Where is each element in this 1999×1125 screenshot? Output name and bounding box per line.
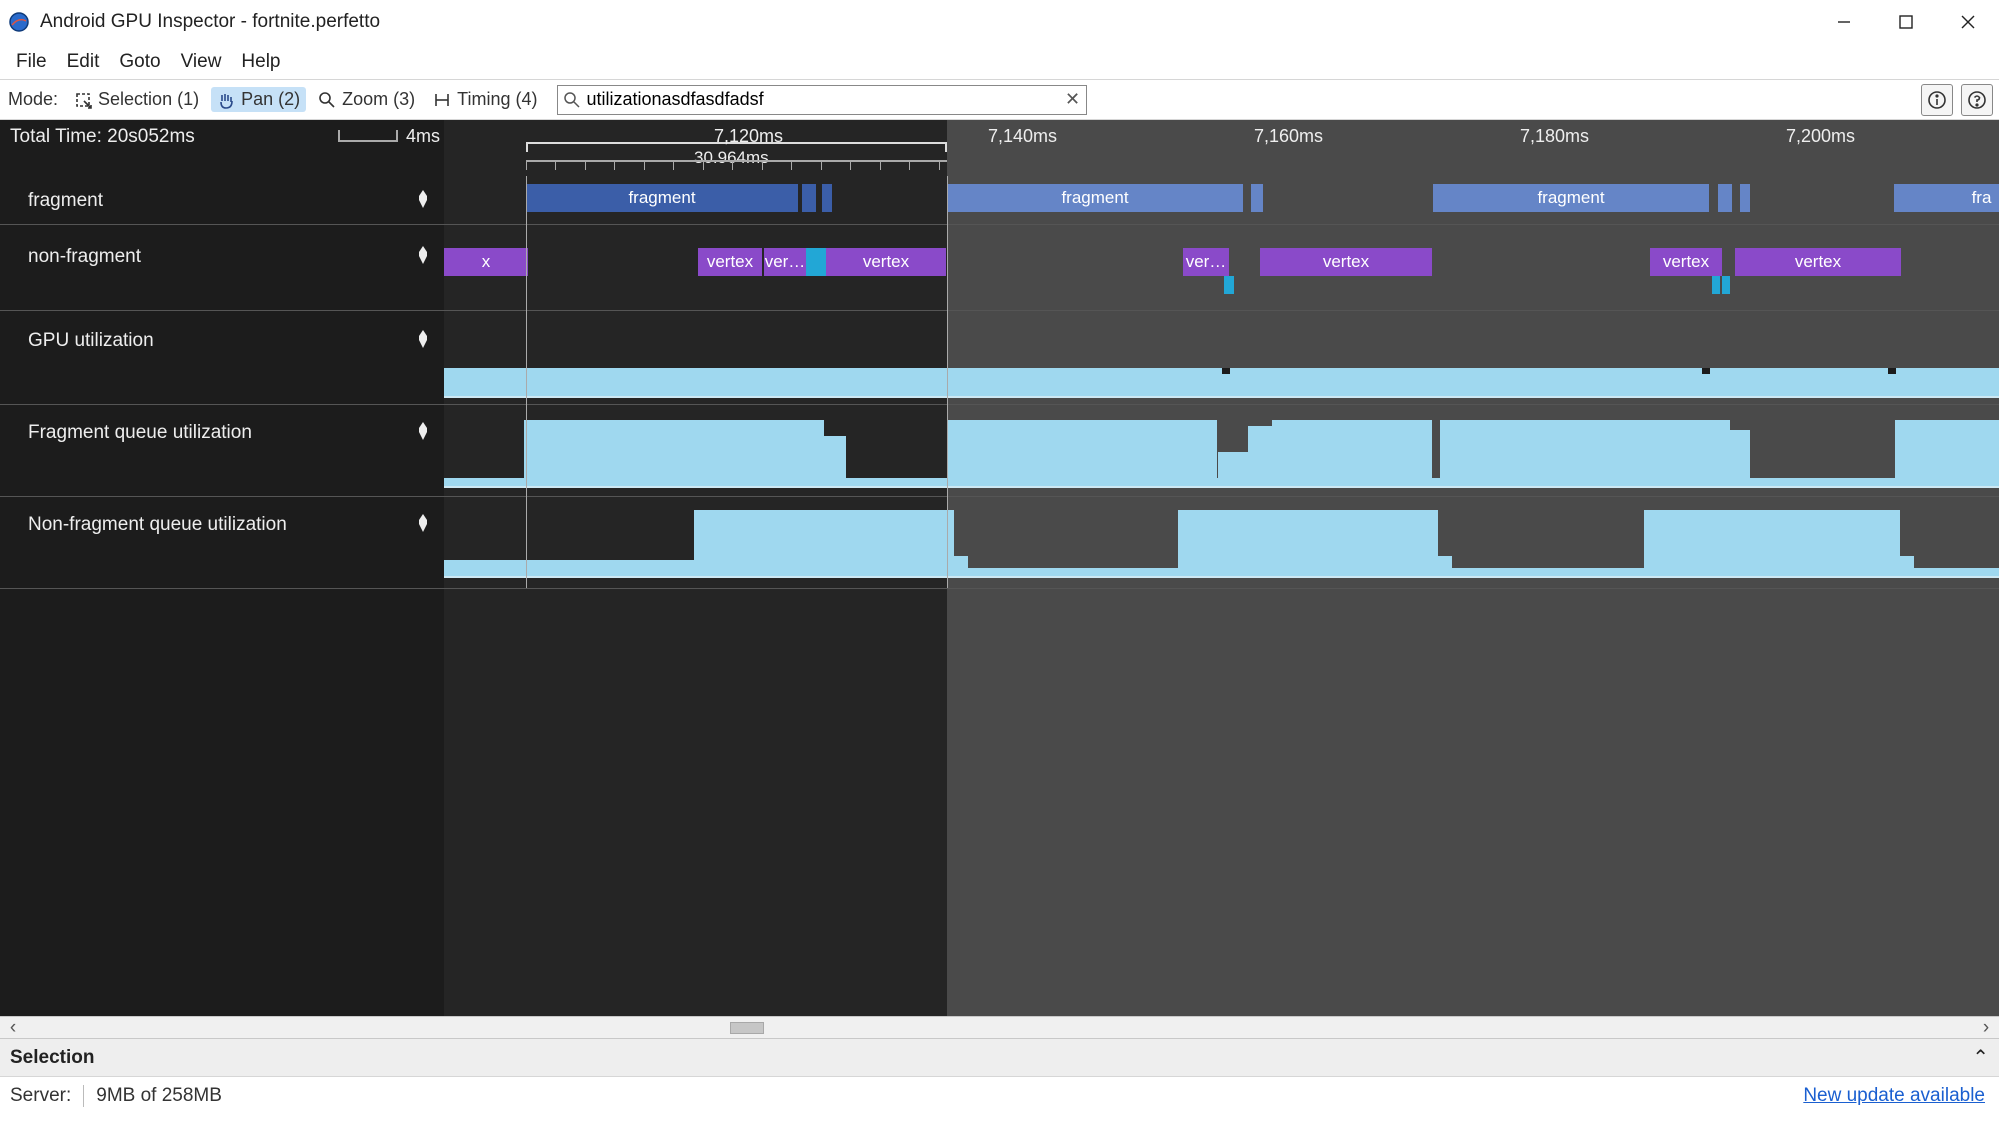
mode-timing-label: Timing (4)	[457, 89, 537, 110]
menu-goto[interactable]: Goto	[109, 47, 170, 77]
vertex-slice[interactable]: ver…	[764, 248, 806, 276]
selection-tick: 7,120ms	[714, 126, 783, 147]
mode-timing[interactable]: Timing (4)	[427, 87, 543, 112]
info-button[interactable]	[1921, 84, 1953, 116]
track-fragment[interactable]: fragment	[0, 180, 444, 220]
selection-panel-title: Selection	[10, 1047, 94, 1069]
chevron-up-icon[interactable]: ⌃	[1972, 1045, 1989, 1070]
vertex-slice[interactable]	[1224, 276, 1234, 294]
menu-help[interactable]: Help	[231, 47, 290, 77]
scroll-thumb[interactable]	[730, 1022, 764, 1034]
scale-label: 4ms	[406, 126, 440, 147]
mode-label: Mode:	[8, 89, 58, 110]
vertex-slice[interactable]: vertex	[1260, 248, 1432, 276]
tick-7180: 7,180ms	[1520, 126, 1589, 147]
fragment-slice[interactable]: fragment	[1433, 184, 1709, 212]
app-icon	[8, 11, 30, 33]
pin-icon[interactable]	[416, 514, 430, 538]
track-frag-q[interactable]: Fragment queue utilization	[0, 412, 444, 496]
total-time-label: Total Time: 20s052ms	[10, 126, 195, 148]
mode-pan[interactable]: Pan (2)	[211, 87, 306, 112]
scroll-left-icon[interactable]: ‹	[4, 1019, 22, 1037]
vertex-slice[interactable]: vertex	[698, 248, 762, 276]
time-ruler[interactable]: Total Time: 20s052ms 4ms 30.964ms 7,120m…	[0, 120, 1999, 176]
vertex-slice[interactable]: vertex	[826, 248, 946, 276]
scroll-right-icon[interactable]: ›	[1977, 1019, 1995, 1037]
fragment-slice[interactable]	[802, 184, 816, 212]
status-memory: 9MB of 258MB	[96, 1085, 222, 1107]
vertex-slice[interactable]	[806, 248, 826, 276]
search-icon	[558, 92, 586, 108]
fragment-slice[interactable]: fragment	[947, 184, 1243, 212]
pin-icon[interactable]	[416, 190, 430, 214]
tick-7160: 7,160ms	[1254, 126, 1323, 147]
mode-selection-label: Selection (1)	[98, 89, 199, 110]
status-server-label: Server:	[10, 1085, 71, 1107]
update-link[interactable]: New update available	[1803, 1085, 1985, 1107]
vertex-slice[interactable]	[1722, 276, 1730, 294]
fragment-slice[interactable]: fra	[1894, 184, 1999, 212]
pin-icon[interactable]	[416, 330, 430, 354]
fragment-slice[interactable]: fragment	[526, 184, 798, 212]
fragment-slice[interactable]	[1251, 184, 1263, 212]
fragment-slice[interactable]	[1718, 184, 1732, 212]
search-box[interactable]: ✕	[557, 85, 1087, 115]
menu-edit[interactable]: Edit	[57, 47, 110, 77]
close-button[interactable]	[1937, 0, 1999, 44]
maximize-button[interactable]	[1875, 0, 1937, 44]
minimize-button[interactable]	[1813, 0, 1875, 44]
fragment-slice[interactable]	[1740, 184, 1750, 212]
vertex-slice[interactable]	[1712, 276, 1720, 294]
menu-file[interactable]: File	[6, 47, 57, 77]
menu-bar: File Edit Goto View Help	[0, 44, 1999, 80]
trace-viewport[interactable]: Total Time: 20s052ms 4ms 30.964ms 7,120m…	[0, 120, 1999, 1016]
mode-selection[interactable]: Selection (1)	[68, 87, 205, 112]
search-input[interactable]	[586, 86, 1058, 114]
toolbar: Mode: Selection (1) Pan (2) Zoom (3) Tim…	[0, 80, 1999, 120]
track-label-fragment: fragment	[28, 190, 103, 212]
track-nonfrag-q[interactable]: Non-fragment queue utilization	[0, 504, 444, 588]
horizontal-scrollbar[interactable]: ‹ ›	[0, 1016, 1999, 1038]
track-label-nonfrag-q: Non-fragment queue utilization	[28, 514, 287, 536]
selection-panel[interactable]: Selection ⌃	[0, 1038, 1999, 1076]
tick-7140: 7,140ms	[988, 126, 1057, 147]
track-gpu-util[interactable]: GPU utilization	[0, 320, 444, 404]
mode-zoom[interactable]: Zoom (3)	[312, 87, 421, 112]
title-bar: Android GPU Inspector - fortnite.perfett…	[0, 0, 1999, 44]
pin-icon[interactable]	[416, 422, 430, 446]
mode-pan-label: Pan (2)	[241, 89, 300, 110]
vertex-slice[interactable]: x	[444, 248, 528, 276]
fragment-slice[interactable]	[822, 184, 832, 212]
vertex-slice[interactable]: vertex	[1735, 248, 1901, 276]
help-button[interactable]	[1961, 84, 1993, 116]
track-label-gpu-util: GPU utilization	[28, 330, 154, 352]
clear-search-icon[interactable]: ✕	[1058, 89, 1086, 110]
vertex-slice[interactable]: ver…	[1183, 248, 1229, 276]
window-title: Android GPU Inspector - fortnite.perfett…	[40, 11, 380, 33]
track-label-frag-q: Fragment queue utilization	[28, 422, 252, 444]
tick-7200: 7,200ms	[1786, 126, 1855, 147]
track-nonfragment[interactable]: non-fragment	[0, 236, 444, 300]
status-bar: Server: 9MB of 258MB New update availabl…	[0, 1076, 1999, 1114]
menu-view[interactable]: View	[171, 47, 232, 77]
vertex-slice[interactable]: vertex	[1650, 248, 1722, 276]
mode-zoom-label: Zoom (3)	[342, 89, 415, 110]
pin-icon[interactable]	[416, 246, 430, 270]
track-label-nonfragment: non-fragment	[28, 246, 141, 268]
